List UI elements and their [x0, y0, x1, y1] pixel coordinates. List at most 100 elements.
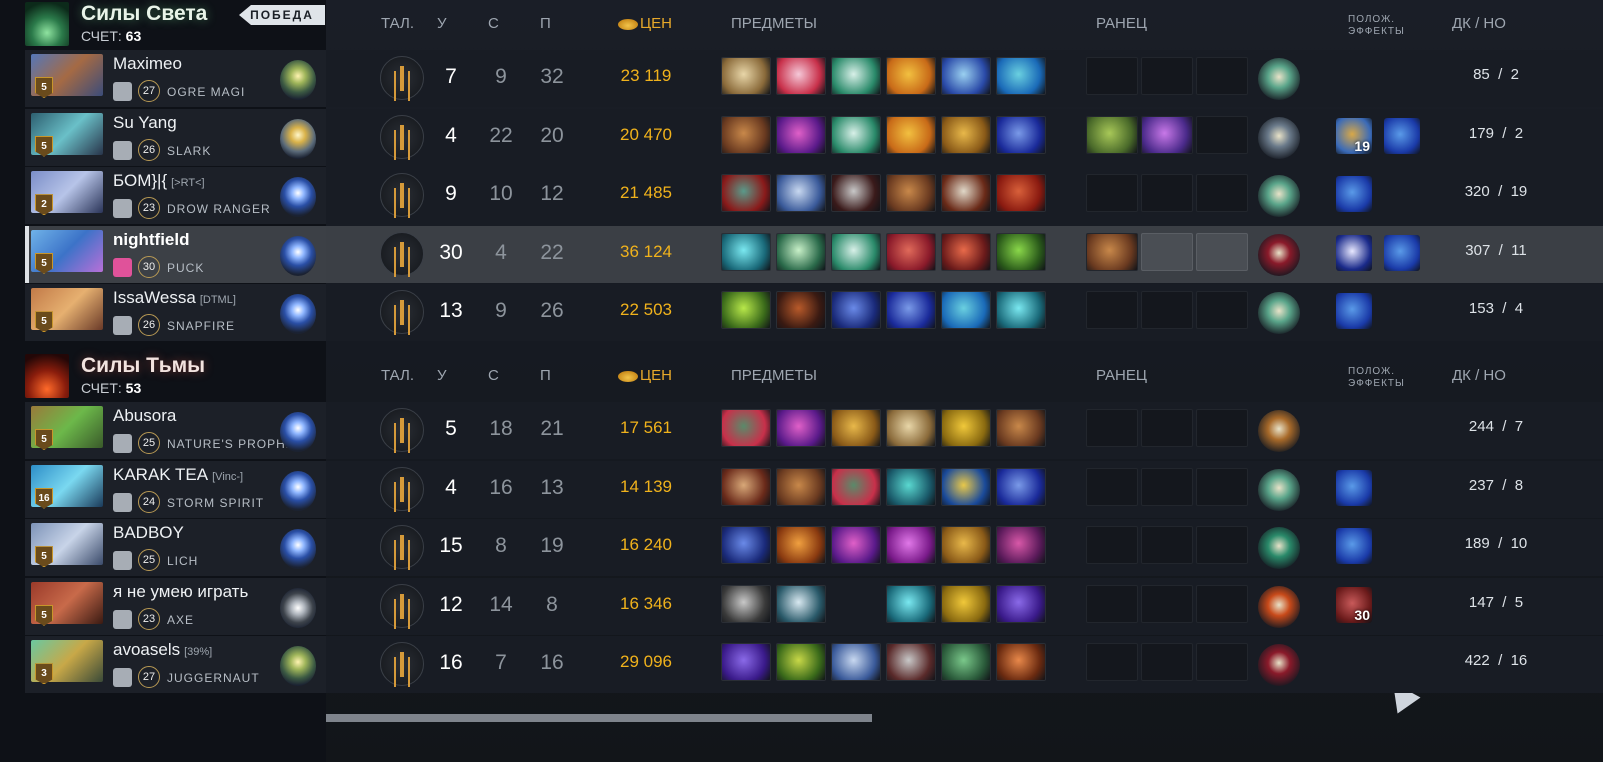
backpack-slot[interactable] — [1141, 232, 1193, 271]
item-icon[interactable] — [886, 291, 936, 330]
backpack-slot[interactable] — [1086, 409, 1138, 447]
item-icon[interactable] — [831, 57, 881, 95]
neutral-item-icon[interactable] — [1258, 527, 1300, 570]
stats-row[interactable]: 4 22 20 20 470 19 179 / 2 — [326, 108, 1603, 166]
backpack-slot[interactable] — [1196, 57, 1248, 95]
item-icon[interactable] — [886, 115, 936, 154]
item-icon[interactable] — [941, 643, 991, 682]
item-icon[interactable] — [996, 526, 1046, 565]
backpack-slot[interactable] — [1196, 584, 1248, 623]
player-name[interactable]: BADBOY — [113, 523, 184, 543]
buff-icon[interactable] — [1336, 293, 1372, 330]
talent-tree-icon[interactable] — [380, 231, 424, 276]
item-icon[interactable] — [831, 291, 881, 330]
item-icon[interactable] — [721, 115, 771, 154]
item-icon[interactable] — [721, 232, 771, 271]
backpack-slot[interactable] — [1196, 643, 1248, 682]
backpack-slot[interactable] — [1196, 467, 1248, 506]
item-icon[interactable] — [996, 232, 1046, 271]
backpack-slot[interactable] — [1141, 467, 1193, 506]
item-icon[interactable] — [886, 526, 936, 565]
backpack-slot[interactable] — [1086, 174, 1138, 213]
stats-row[interactable]: 16 7 16 29 096 422 / 16 — [326, 636, 1603, 694]
player-name[interactable]: Abusora — [113, 406, 176, 426]
backpack-slot[interactable] — [1086, 584, 1138, 623]
stats-row[interactable]: 30 4 22 36 124 307 / 11 — [326, 225, 1603, 283]
neutral-item-icon[interactable] — [1258, 233, 1300, 276]
talent-tree-icon[interactable] — [380, 173, 424, 218]
buff-icon[interactable] — [1336, 234, 1372, 271]
backpack-slot[interactable] — [1196, 291, 1248, 330]
item-icon[interactable] — [996, 174, 1046, 213]
horizontal-scrollbar[interactable] — [326, 714, 872, 722]
neutral-item-icon[interactable] — [1258, 585, 1300, 628]
item-icon[interactable] — [941, 174, 991, 213]
item-icon[interactable] — [721, 291, 771, 330]
item-icon[interactable] — [776, 643, 826, 682]
backpack-slot[interactable] — [1141, 584, 1193, 623]
player-row-left[interactable]: 5 Maximeo 27 OGRE MAGI — [25, 50, 326, 107]
talent-tree-icon[interactable] — [380, 114, 424, 159]
backpack-slot[interactable] — [1141, 291, 1193, 330]
backpack-slot[interactable] — [1086, 291, 1138, 330]
backpack-slot[interactable] — [1196, 526, 1248, 565]
item-icon[interactable] — [831, 232, 881, 271]
item-icon[interactable] — [831, 467, 881, 506]
buff-icon[interactable] — [1336, 528, 1372, 565]
backpack-slot[interactable] — [1086, 57, 1138, 95]
buff-icon[interactable] — [1336, 176, 1372, 213]
item-icon[interactable] — [886, 643, 936, 682]
stats-row[interactable]: 15 8 19 16 240 189 / 10 — [326, 519, 1603, 577]
item-icon[interactable] — [886, 409, 936, 447]
backpack-slot[interactable] — [1086, 467, 1138, 506]
item-icon[interactable] — [996, 57, 1046, 95]
item-icon[interactable] — [831, 526, 881, 565]
neutral-item-icon[interactable] — [1258, 58, 1300, 100]
item-icon[interactable] — [831, 115, 881, 154]
backpack-slot[interactable] — [1196, 409, 1248, 447]
item-icon[interactable] — [941, 526, 991, 565]
backpack-slot[interactable] — [1196, 115, 1248, 154]
stats-row[interactable]: 12 14 8 16 346 30 147 / 5 — [326, 577, 1603, 635]
player-row-left[interactable]: 5 BADBOY 25 LICH — [25, 519, 326, 577]
item-icon[interactable] — [721, 409, 771, 447]
item-icon[interactable] — [996, 115, 1046, 154]
item-icon[interactable] — [776, 467, 826, 506]
item-icon[interactable] — [776, 57, 826, 95]
neutral-item-icon[interactable] — [1258, 410, 1300, 452]
neutral-item-icon[interactable] — [1258, 468, 1300, 511]
buff-icon[interactable] — [1336, 469, 1372, 506]
item-icon[interactable] — [941, 467, 991, 506]
item-icon[interactable] — [886, 232, 936, 271]
neutral-item-icon[interactable] — [1258, 175, 1300, 218]
talent-tree-icon[interactable] — [380, 408, 424, 452]
player-name[interactable]: KARAK TEA [Vinc-] — [113, 465, 243, 485]
backpack-slot[interactable] — [1141, 409, 1193, 447]
item-icon[interactable] — [941, 409, 991, 447]
buff-icon[interactable] — [1384, 234, 1420, 271]
player-row-left[interactable]: 5 IssaWessa [DTML] 26 SNAPFIRE — [25, 284, 326, 342]
backpack-item-icon[interactable] — [1086, 115, 1138, 154]
neutral-item-icon[interactable] — [1258, 644, 1300, 687]
item-icon[interactable] — [996, 467, 1046, 506]
item-icon[interactable] — [776, 115, 826, 154]
backpack-slot[interactable] — [1141, 57, 1193, 95]
talent-tree-icon[interactable] — [380, 290, 424, 335]
item-icon[interactable] — [776, 232, 826, 271]
buff-icon[interactable]: 30 — [1336, 586, 1372, 623]
stats-row[interactable]: 5 18 21 17 561 244 / 7 — [326, 402, 1603, 459]
backpack-item-icon[interactable] — [1141, 115, 1193, 154]
player-row-left[interactable]: 5 nightfield 30 PUCK — [25, 225, 326, 283]
backpack-slot[interactable] — [1141, 174, 1193, 213]
item-icon[interactable] — [941, 291, 991, 330]
item-icon[interactable] — [776, 526, 826, 565]
item-icon[interactable] — [776, 174, 826, 213]
buff-icon[interactable]: 19 — [1336, 117, 1372, 154]
item-icon[interactable] — [941, 584, 991, 623]
backpack-slot[interactable] — [1141, 643, 1193, 682]
item-icon[interactable] — [721, 174, 771, 213]
buff-icon[interactable] — [1384, 117, 1420, 154]
item-icon[interactable] — [831, 643, 881, 682]
item-icon[interactable] — [776, 584, 826, 623]
player-row-left[interactable]: 5 Su Yang 26 SLARK — [25, 108, 326, 166]
